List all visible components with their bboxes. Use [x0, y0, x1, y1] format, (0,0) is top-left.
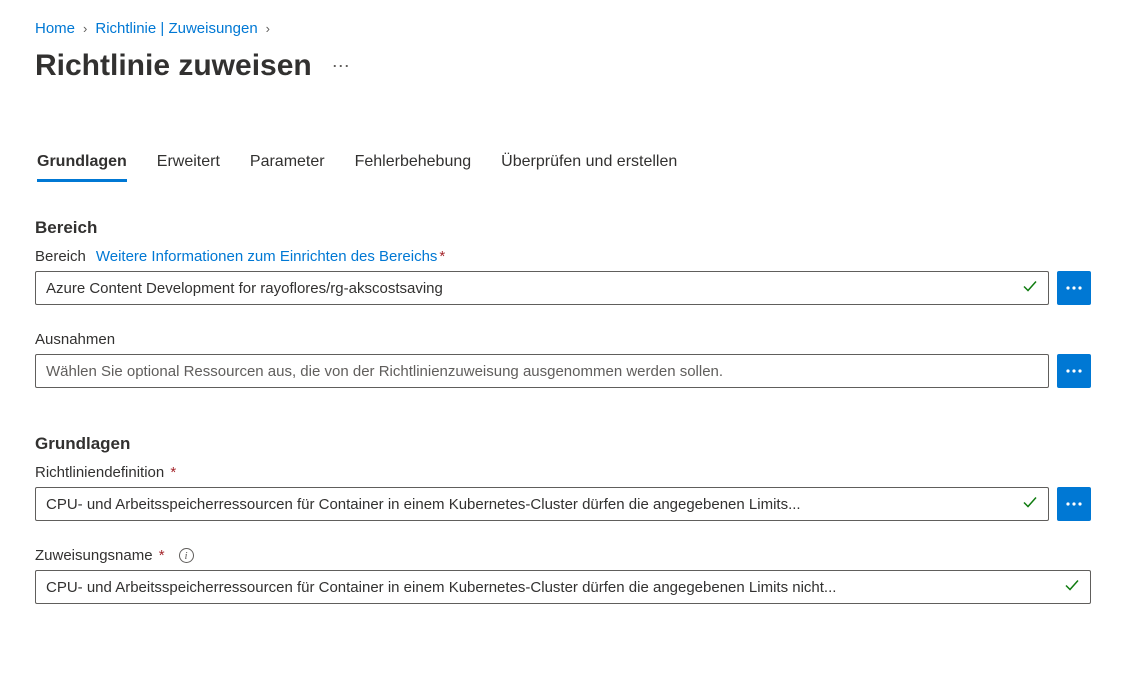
check-icon [1022, 278, 1038, 298]
assignment-name-label: Zuweisungsname * [35, 547, 165, 564]
scope-label: Bereich [35, 248, 86, 265]
policy-definition-picker-button[interactable] [1057, 487, 1091, 521]
tab-review-create[interactable]: Überprüfen und erstellen [501, 153, 677, 182]
check-icon [1064, 577, 1080, 597]
scope-value: Azure Content Development for rayoflores… [46, 280, 1014, 297]
section-heading-scope: Bereich [35, 218, 1091, 238]
exclusions-placeholder: Wählen Sie optional Ressourcen aus, die … [46, 363, 1038, 380]
required-indicator: * [155, 547, 165, 564]
assignment-name-label-text: Zuweisungsname [35, 547, 153, 564]
page-title: Richtlinie zuweisen [35, 49, 312, 83]
assignment-name-label-row: Zuweisungsname * i [35, 547, 1091, 564]
assignment-name-input-row: CPU- und Arbeitsspeicherressourcen für C… [35, 570, 1091, 604]
chevron-right-icon: › [266, 21, 270, 36]
more-icon[interactable]: ⋯ [332, 56, 351, 77]
required-indicator: * [439, 248, 445, 265]
assignment-name-input[interactable]: CPU- und Arbeitsspeicherressourcen für C… [35, 570, 1091, 604]
breadcrumb-home[interactable]: Home [35, 20, 75, 37]
policy-definition-input-row: CPU- und Arbeitsspeicherressourcen für C… [35, 487, 1091, 521]
scope-label-row: Bereich Weitere Informationen zum Einric… [35, 248, 1091, 265]
exclusions-picker-button[interactable] [1057, 354, 1091, 388]
required-indicator: * [166, 464, 176, 481]
breadcrumb-policy-assignments[interactable]: Richtlinie | Zuweisungen [95, 20, 257, 37]
exclusions-label: Ausnahmen [35, 331, 115, 348]
scope-picker-button[interactable] [1057, 271, 1091, 305]
scope-input-row: Azure Content Development for rayoflores… [35, 271, 1091, 305]
policy-definition-value: CPU- und Arbeitsspeicherressourcen für C… [46, 496, 1014, 513]
policy-definition-input[interactable]: CPU- und Arbeitsspeicherressourcen für C… [35, 487, 1049, 521]
tab-remediation[interactable]: Fehlerbehebung [355, 153, 472, 182]
policy-definition-label-text: Richtliniendefinition [35, 464, 164, 481]
tab-basics[interactable]: Grundlagen [37, 153, 127, 182]
scope-input[interactable]: Azure Content Development for rayoflores… [35, 271, 1049, 305]
exclusions-label-row: Ausnahmen [35, 331, 1091, 348]
policy-definition-label: Richtliniendefinition * [35, 464, 176, 481]
scope-help-link[interactable]: Weitere Informationen zum Einrichten des… [96, 248, 445, 265]
assignment-name-value: CPU- und Arbeitsspeicherressourcen für C… [46, 579, 1056, 596]
chevron-right-icon: › [83, 21, 87, 36]
exclusions-input-row: Wählen Sie optional Ressourcen aus, die … [35, 354, 1091, 388]
policy-definition-label-row: Richtliniendefinition * [35, 464, 1091, 481]
page-title-row: Richtlinie zuweisen ⋯ [35, 49, 1091, 83]
scope-help-link-text: Weitere Informationen zum Einrichten des… [96, 248, 438, 265]
exclusions-input[interactable]: Wählen Sie optional Ressourcen aus, die … [35, 354, 1049, 388]
tab-parameters[interactable]: Parameter [250, 153, 325, 182]
breadcrumb: Home › Richtlinie | Zuweisungen › [35, 20, 1091, 37]
tabs: Grundlagen Erweitert Parameter Fehlerbeh… [35, 153, 1091, 182]
section-heading-basics: Grundlagen [35, 434, 1091, 454]
info-icon[interactable]: i [179, 548, 194, 563]
check-icon [1022, 494, 1038, 514]
tab-advanced[interactable]: Erweitert [157, 153, 220, 182]
